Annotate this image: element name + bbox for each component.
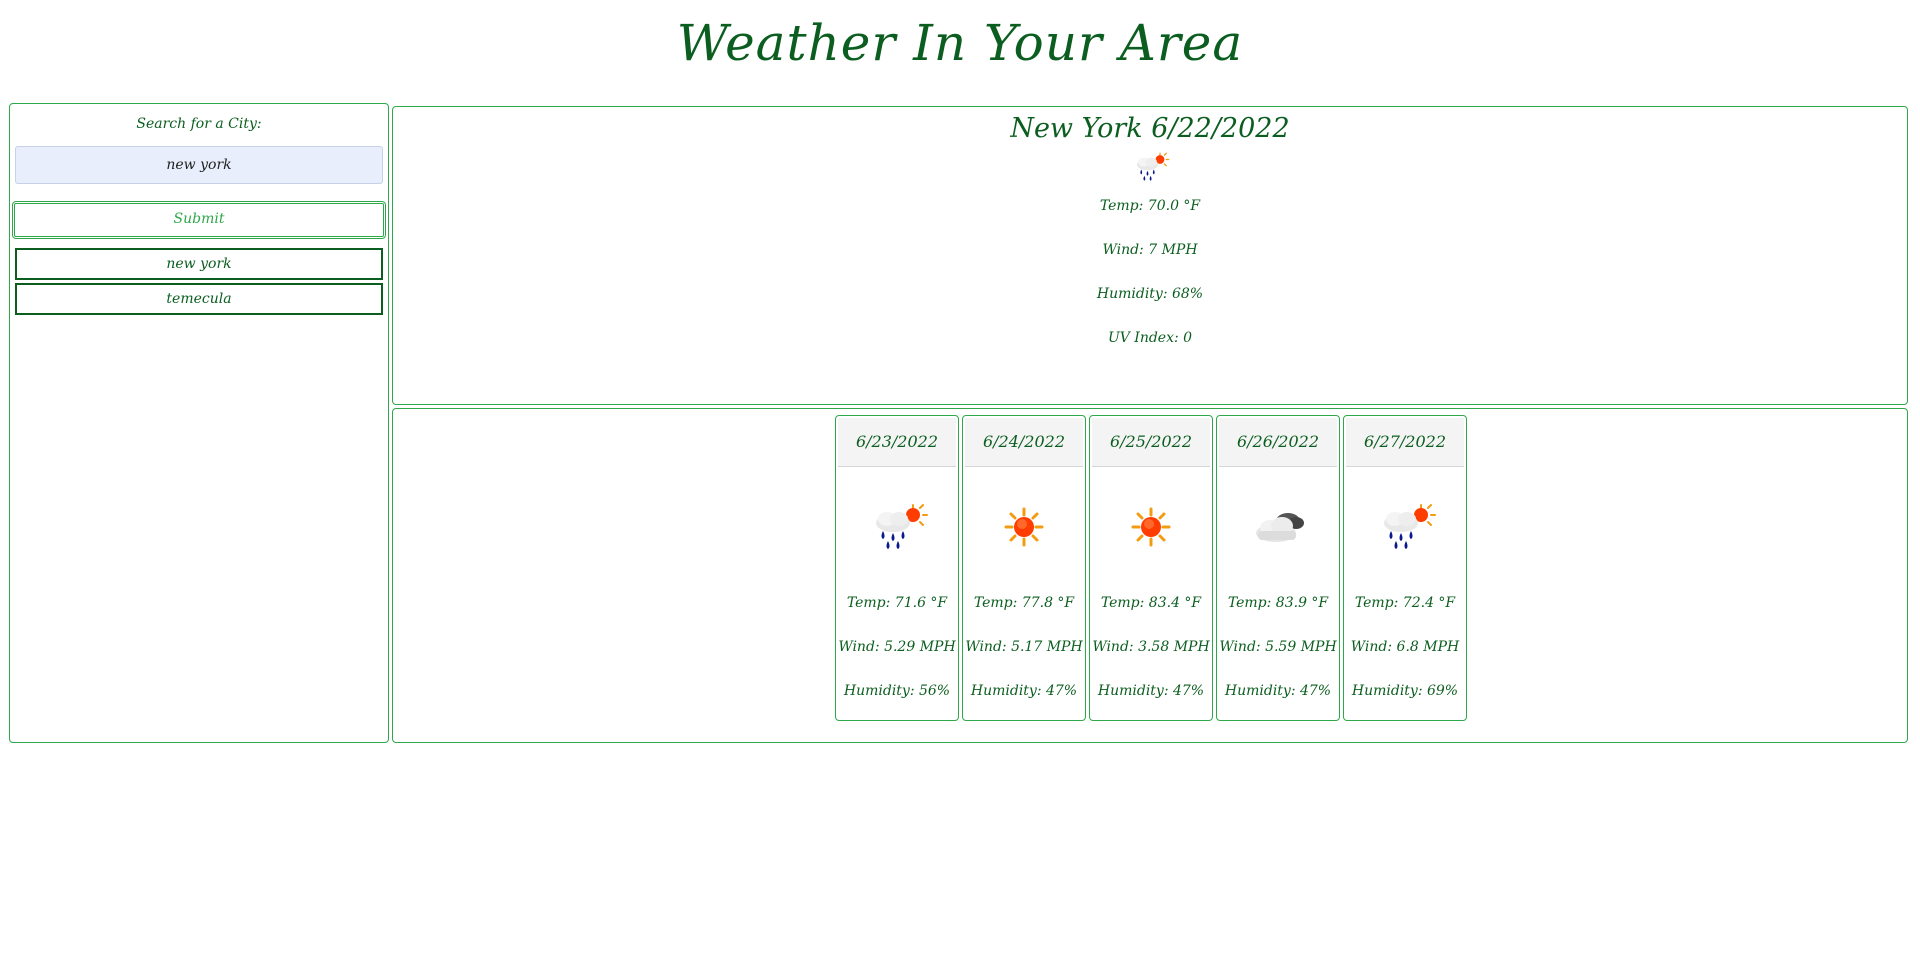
page-title: Weather In Your Area	[676, 14, 1244, 72]
search-label: Search for a City:	[136, 116, 262, 132]
forecast-card: 6/26/2022 Temp: 83.9 °F Wind: 5.59 MPH H…	[1216, 415, 1340, 721]
forecast-temp: Temp: 83.9 °F	[1227, 595, 1329, 611]
rain-sun-icon	[1136, 152, 1170, 181]
forecast-date: 6/27/2022	[1346, 418, 1464, 467]
forecast-temp: Temp: 71.6 °F	[846, 595, 948, 611]
current-wind: Wind: 7 MPH	[1102, 242, 1198, 258]
forecast-humidity: Humidity: 69%	[1351, 683, 1459, 699]
forecast-wind: Wind: 5.29 MPH	[838, 639, 956, 655]
forecast-date: 6/24/2022	[965, 418, 1083, 467]
forecast-card: 6/25/2022 Temp: 83.4 °F Wind: 3.58 MPH H…	[1089, 415, 1213, 721]
cloud-icon	[1256, 513, 1304, 542]
forecast-card: 6/27/2022 Temp: 72.4 °F Wind: 6.8 MPH Hu…	[1343, 415, 1467, 721]
forecast-wind: Wind: 6.8 MPH	[1350, 639, 1460, 655]
forecast-panel: 6/23/2022 Temp: 71.6 °F Wind: 5.29 MPH H…	[392, 408, 1908, 743]
forecast-temp: Temp: 77.8 °F	[973, 595, 1075, 611]
forecast-date: 6/26/2022	[1219, 418, 1337, 467]
submit-button[interactable]: Submit	[12, 201, 386, 239]
search-input[interactable]	[15, 146, 383, 184]
forecast-humidity: Humidity: 47%	[1097, 683, 1205, 699]
rain-sun-icon	[876, 504, 928, 549]
current-humidity: Humidity: 68%	[1096, 286, 1204, 302]
sun-icon	[1131, 507, 1171, 547]
search-history-list: new york temecula	[15, 248, 383, 318]
forecast-humidity: Humidity: 47%	[1224, 683, 1332, 699]
forecast-humidity: Humidity: 47%	[970, 683, 1078, 699]
sun-icon	[1004, 507, 1044, 547]
forecast-card: 6/23/2022 Temp: 71.6 °F Wind: 5.29 MPH H…	[835, 415, 959, 721]
forecast-wind: Wind: 5.59 MPH	[1219, 639, 1337, 655]
forecast-humidity: Humidity: 56%	[843, 683, 951, 699]
current-city-date: New York 6/22/2022	[1010, 113, 1290, 144]
forecast-row: 6/23/2022 Temp: 71.6 °F Wind: 5.29 MPH H…	[835, 415, 1470, 721]
forecast-date: 6/25/2022	[1092, 418, 1210, 467]
forecast-card: 6/24/2022 Temp: 77.8 °F Wind: 5.17 MPH H…	[962, 415, 1086, 721]
current-weather-panel: New York 6/22/2022 Temp: 70.0 °F Wind: 7…	[392, 106, 1908, 405]
rain-sun-icon	[1384, 504, 1436, 549]
forecast-temp: Temp: 83.4 °F	[1100, 595, 1202, 611]
history-item-new-york[interactable]: new york	[15, 248, 383, 280]
forecast-wind: Wind: 5.17 MPH	[965, 639, 1083, 655]
current-temp: Temp: 70.0 °F	[1099, 198, 1201, 214]
forecast-date: 6/23/2022	[838, 418, 956, 467]
search-sidebar: Search for a City: Submit new york temec…	[9, 103, 389, 743]
forecast-wind: Wind: 3.58 MPH	[1092, 639, 1210, 655]
history-item-temecula[interactable]: temecula	[15, 283, 383, 315]
current-uv-index: UV Index: 0	[1107, 330, 1193, 346]
forecast-temp: Temp: 72.4 °F	[1354, 595, 1456, 611]
